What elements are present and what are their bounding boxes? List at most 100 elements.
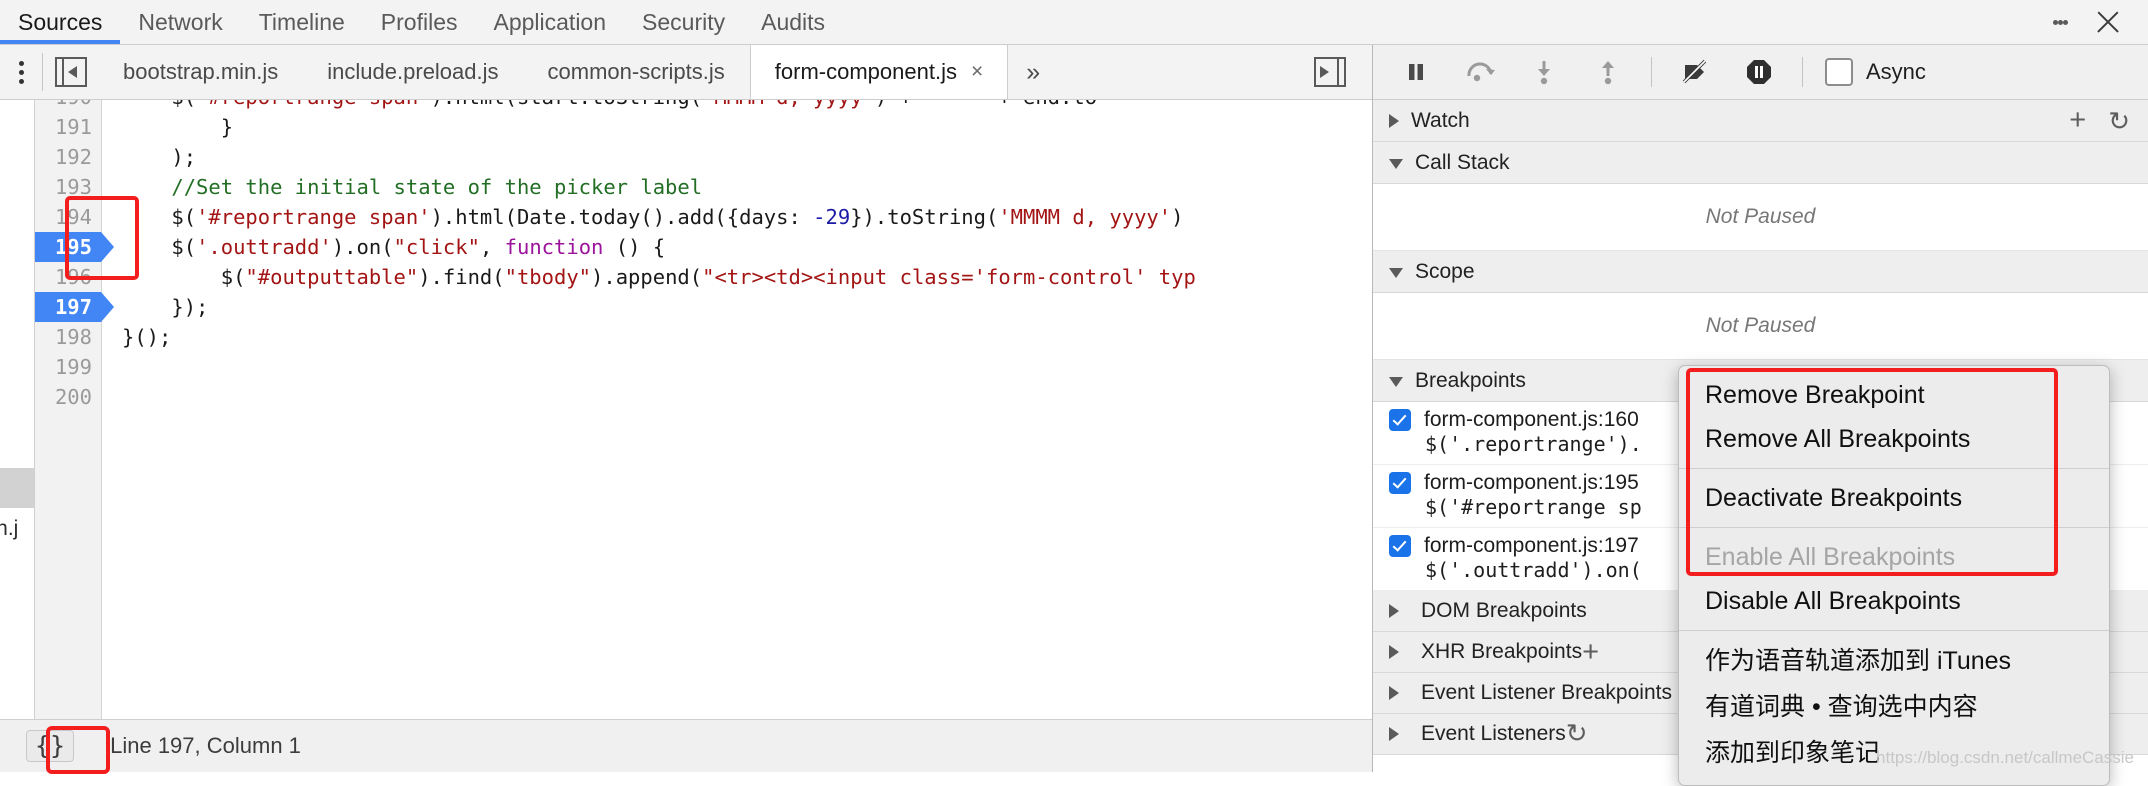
line-number[interactable]: 197 xyxy=(35,292,114,322)
line-number[interactable]: 190 xyxy=(35,100,101,112)
show-navigator-button[interactable] xyxy=(43,45,99,99)
refresh-watch-icon[interactable]: ↻ xyxy=(2108,108,2130,134)
breakpoint-checkbox[interactable] xyxy=(1389,472,1411,494)
line-number[interactable]: 195 xyxy=(35,232,114,262)
async-checkbox[interactable] xyxy=(1825,58,1853,86)
code-token: }); xyxy=(122,295,209,319)
section-title: Watch xyxy=(1411,108,1470,132)
cursor-position-label: Line 197, Column 1 xyxy=(110,733,301,758)
code-scroll-area[interactable]: $( '#reportrange span').html(start.toStri… xyxy=(102,100,1372,719)
code-token: '#reportrange span' xyxy=(196,100,431,109)
context-menu-item[interactable]: Deactivate Breakpoints xyxy=(1679,476,2109,520)
section-title: Event Listeners xyxy=(1421,722,1566,745)
code-line: }(); xyxy=(122,322,1196,352)
line-number[interactable]: 194 xyxy=(35,202,101,232)
breakpoint-location-label: form-component.js:197 xyxy=(1424,534,1639,557)
navigator-scroll-thumb[interactable] xyxy=(0,468,34,508)
async-label: Async xyxy=(1866,59,1926,84)
file-tab-strip: bootstrap.min.js include.preload.js comm… xyxy=(99,45,1302,99)
show-debugger-sidebar-button[interactable] xyxy=(1302,57,1358,87)
add-xhr-breakpoint-icon[interactable]: + xyxy=(1582,636,1599,668)
toolbar-separator xyxy=(1651,57,1652,87)
navigator-strip[interactable]: min.j xyxy=(0,100,35,719)
code-line: $('#reportrange span').html(Date.today()… xyxy=(122,202,1196,232)
main-tab-sources[interactable]: Sources xyxy=(0,0,120,44)
file-tab-include-preload-js[interactable]: include.preload.js xyxy=(303,45,523,99)
add-watch-expression-icon[interactable]: + xyxy=(2069,106,2086,135)
code-token: ).html(Date.today().add({days: xyxy=(430,205,814,229)
context-menu-item[interactable]: 作为语音轨道添加到 iTunes xyxy=(1679,638,2109,684)
context-menu-item: Enable All Breakpoints xyxy=(1705,543,1956,571)
main-tab-application[interactable]: Application xyxy=(476,0,625,44)
section-watch[interactable]: Watch + ↻ xyxy=(1373,100,2148,142)
refresh-event-listeners-icon[interactable]: ↻ xyxy=(1566,718,1588,748)
line-number-gutter[interactable]: 190191192193194195196197198199200 xyxy=(35,100,114,719)
breakpoint-context-menu[interactable]: Remove Breakpoint Remove All Breakpoints D… xyxy=(1678,365,2110,786)
file-tab-common-scripts-js[interactable]: common-scripts.js xyxy=(524,45,750,99)
code-token: }(); xyxy=(122,325,172,349)
main-tab-audits[interactable]: Audits xyxy=(743,0,843,44)
code-token: $( xyxy=(122,265,246,289)
main-tab-profiles[interactable]: Profiles xyxy=(363,0,476,44)
line-number[interactable]: 198 xyxy=(35,322,101,352)
resume-script-execution-icon[interactable] xyxy=(1395,51,1437,93)
code-line: //Set the initial state of the picker la… xyxy=(122,172,1196,202)
breakpoint-checkbox[interactable] xyxy=(1389,535,1411,557)
code-area: 190191192193194195196197198199200 $('#re… xyxy=(35,100,1372,719)
step-into-icon[interactable] xyxy=(1523,51,1565,93)
deactivate-breakpoints-icon[interactable] xyxy=(1674,51,1716,93)
call-stack-empty-message: Not Paused xyxy=(1373,184,2148,251)
more-options-icon[interactable] xyxy=(2040,2,2080,42)
section-scope[interactable]: Scope xyxy=(1373,251,2148,293)
pause-on-exceptions-icon[interactable] xyxy=(1738,51,1780,93)
sources-toolbar-right xyxy=(1302,45,1372,99)
step-out-icon[interactable] xyxy=(1587,51,1629,93)
section-title: Call Stack xyxy=(1415,150,1510,174)
debugger-toolbar: Async xyxy=(1373,45,2148,100)
line-number[interactable]: 196 xyxy=(35,262,101,292)
code-token: }).toString( xyxy=(850,205,999,229)
code-token: "tbody" xyxy=(504,265,592,289)
file-tabs-overflow-icon[interactable]: » xyxy=(1008,45,1058,99)
context-menu-item[interactable]: Remove All Breakpoints xyxy=(1679,417,2109,461)
main-tabbar: Sources Network Timeline Profiles Applic… xyxy=(0,0,2148,45)
section-call-stack[interactable]: Call Stack xyxy=(1373,142,2148,184)
sources-more-options-icon[interactable] xyxy=(0,45,42,99)
code-token: 'MMMM d, yyyy' xyxy=(702,100,875,109)
editor-status-bar: {} Line 197, Column 1 xyxy=(0,719,1372,774)
code-token: ).html(start.toString( xyxy=(431,100,703,109)
line-number[interactable]: 200 xyxy=(35,382,101,412)
line-number[interactable]: 191 xyxy=(35,112,101,142)
code-line: } xyxy=(122,112,1196,142)
file-tab-form-component-js[interactable]: form-component.js × xyxy=(749,45,1009,99)
code-token: -29 xyxy=(813,205,851,229)
sources-toolbar: bootstrap.min.js include.preload.js comm… xyxy=(0,45,1372,100)
xhr-actions: + xyxy=(1582,636,1599,668)
step-over-icon[interactable] xyxy=(1459,51,1501,93)
toolbar-separator-2 xyxy=(1802,57,1803,87)
context-menu-item[interactable]: Remove Breakpoint xyxy=(1679,373,2109,417)
context-menu-item[interactable]: 有道词典 • 查询选中内容 xyxy=(1679,684,2109,730)
file-tab-bootstrap-min-js[interactable]: bootstrap.min.js xyxy=(99,45,303,99)
code-token: () { xyxy=(603,235,666,259)
pretty-print-button[interactable]: {} xyxy=(26,729,75,763)
file-tab-close-icon[interactable]: × xyxy=(971,60,983,84)
line-number[interactable]: 193 xyxy=(35,172,101,202)
main-tab-security[interactable]: Security xyxy=(624,0,743,44)
code-editor: min.j 190191192193194195196197198199200 … xyxy=(0,100,1372,719)
close-icon[interactable] xyxy=(2086,0,2130,44)
context-menu-item[interactable]: Disable All Breakpoints xyxy=(1679,579,2109,623)
code-token: ) + ' - ' + end.to xyxy=(875,100,1097,109)
code-token: ) xyxy=(1171,205,1184,229)
code-token: //Set the initial state of the picker la… xyxy=(122,175,703,199)
async-toggle[interactable]: Async xyxy=(1825,58,1926,86)
main-tab-timeline[interactable]: Timeline xyxy=(241,0,363,44)
code-token: function xyxy=(504,235,604,259)
line-number[interactable]: 192 xyxy=(35,142,101,172)
breakpoint-checkbox[interactable] xyxy=(1389,409,1411,431)
line-number[interactable]: 199 xyxy=(35,352,101,382)
code-token: $( xyxy=(122,235,197,259)
code-line: $('#reportrange span').html(start.toStri… xyxy=(122,100,1196,112)
main-tab-network[interactable]: Network xyxy=(120,0,240,44)
file-tab-label: bootstrap.min.js xyxy=(123,59,279,84)
